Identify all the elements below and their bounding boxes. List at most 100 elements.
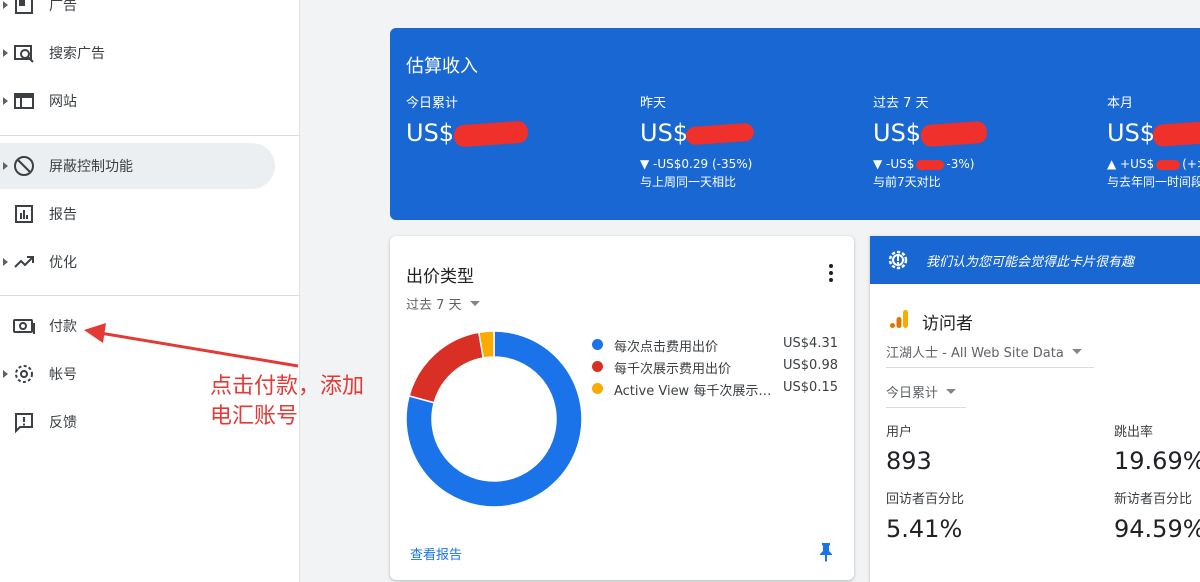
revenue-label: 本月: [1107, 96, 1134, 111]
legend-item[interactable]: 每次点击费用出价 US$4.31: [592, 334, 838, 356]
revenue-compare: 与前7天对比: [873, 175, 941, 189]
legend-label: 每千次展示费用出价: [614, 362, 732, 377]
expand-caret-icon[interactable]: [3, 49, 8, 57]
expand-caret-icon[interactable]: [3, 1, 8, 9]
revenue-last-7-days[interactable]: 过去 7 天 US$ ▼ -US$ -3%) 与前7天对比: [873, 92, 1103, 190]
metric-label: 回访者百分比: [886, 492, 965, 507]
estimated-revenue-card: 估算收入 今日累计 US$ 昨天 US$ ▼ -US$0.29 (-35%) 与…: [390, 28, 1200, 220]
sidebar-item-label: 屏蔽控制功能: [49, 159, 133, 175]
expand-caret-icon[interactable]: [3, 370, 8, 378]
sidebar-item-sites[interactable]: 网站: [0, 78, 275, 124]
metric-label: 新访者百分比: [1114, 492, 1193, 507]
revenue-compare: 与上周同一天相比: [640, 175, 737, 189]
bid-card-title: 出价类型: [406, 267, 474, 287]
change-suffix: -3%): [946, 157, 975, 171]
legend-label: 每次点击费用出价: [614, 340, 719, 355]
revenue-change: ▲ +US$ (+>5: [1107, 157, 1200, 171]
redaction-mark: [920, 120, 988, 148]
trending-up-icon: [14, 256, 34, 268]
metric-value: 5.41%: [886, 515, 963, 543]
redaction-mark: [453, 120, 529, 148]
sidebar-item-label: 网站: [49, 94, 77, 110]
google-analytics-logo-icon: [890, 310, 908, 328]
property-dropdown[interactable]: 江湖人士 - All Web Site Data: [886, 342, 1082, 361]
redaction-mark: [1152, 120, 1200, 148]
settings-suggest-icon: [888, 250, 908, 270]
date-range-value: 过去 7 天: [406, 298, 462, 313]
sidebar: 广告 搜索广告 网站 屏蔽控制功能 报告 优化 付款 帐号 反馈: [0, 0, 300, 582]
date-range-value: 今日累计: [886, 386, 939, 401]
sidebar-divider: [0, 295, 300, 296]
dropdown-underline: [886, 367, 1094, 368]
legend-swatch: [592, 361, 603, 372]
legend-item[interactable]: Active View 每千次展示… US$0.15: [592, 378, 838, 400]
sidebar-item-blocking-controls[interactable]: 屏蔽控制功能: [0, 143, 275, 189]
sidebar-item-label: 付款: [49, 319, 77, 335]
sidebar-item-label: 报告: [49, 207, 77, 223]
redaction-mark: [916, 159, 945, 170]
metric-label: 用户: [886, 425, 913, 440]
sidebar-item-optimization[interactable]: 优化: [0, 239, 275, 285]
annotation-text: 点击付款，添加 电汇账号: [210, 374, 365, 429]
metric-value: 94.59%: [1114, 515, 1200, 543]
visitors-card: 我们认为您可能会觉得此卡片很有趣 访问者 江湖人士 - All Web Site…: [870, 236, 1200, 582]
revenue-value: US$: [1107, 119, 1156, 147]
search-ads-icon: [14, 45, 34, 63]
suggestion-banner: 我们认为您可能会觉得此卡片很有趣: [870, 236, 1200, 284]
sidebar-item-label: 反馈: [49, 415, 77, 431]
legend-value: US$0.15: [783, 380, 838, 395]
redaction-mark: [1156, 159, 1181, 170]
metric-label: 跳出率: [1114, 425, 1154, 440]
view-report-link[interactable]: 查看报告: [410, 544, 462, 563]
revenue-label: 过去 7 天: [873, 96, 929, 111]
gear-icon: [15, 365, 33, 383]
legend-label: Active View 每千次展示…: [614, 384, 772, 399]
website-icon: [14, 93, 34, 109]
ga-date-range-dropdown[interactable]: 今日累计: [886, 382, 957, 401]
revenue-change: ▼ -US$0.29 (-35%): [640, 157, 753, 171]
change-prefix: ▼ -US$: [873, 157, 915, 171]
legend-swatch: [592, 339, 603, 350]
pin-icon[interactable]: [818, 542, 834, 562]
chevron-down-icon: [1071, 349, 1082, 354]
redaction-mark: [685, 122, 755, 146]
payment-icon: [13, 319, 35, 334]
date-range-dropdown[interactable]: 过去 7 天: [406, 294, 480, 313]
revenue-label: 昨天: [640, 96, 667, 111]
expand-caret-icon[interactable]: [3, 97, 8, 105]
sidebar-divider: [0, 135, 300, 136]
chart-legend: 每次点击费用出价 US$4.31 每千次展示费用出价 US$0.98 Activ…: [592, 334, 838, 400]
chevron-down-icon: [469, 301, 480, 306]
banner-text: 我们认为您可能会觉得此卡片很有趣: [926, 255, 1135, 270]
revenue-title: 估算收入: [406, 56, 478, 77]
revenue-compare: 与去年同一时间段: [1107, 175, 1200, 189]
sidebar-item-reports[interactable]: 报告: [0, 191, 275, 237]
sidebar-item-ads[interactable]: 广告: [0, 0, 275, 28]
sidebar-item-label: 优化: [49, 255, 77, 271]
revenue-this-month[interactable]: 本月 US$ ▲ +US$ (+>5 与去年同一时间段: [1107, 92, 1200, 190]
legend-item[interactable]: 每千次展示费用出价 US$0.98: [592, 356, 838, 378]
chevron-down-icon: [946, 389, 957, 394]
change-suffix: (+>5: [1182, 157, 1200, 171]
expand-caret-icon[interactable]: [3, 162, 8, 170]
metric-value: 19.69%: [1114, 447, 1200, 475]
expand-caret-icon[interactable]: [3, 258, 8, 266]
donut-slice-1[interactable]: [408, 331, 485, 404]
revenue-value: US$: [406, 119, 455, 147]
dropdown-underline: [886, 407, 966, 408]
bid-type-card: 出价类型 过去 7 天 每次点击费用出价 US$4.31 每千次展示费用出价 U…: [390, 236, 854, 580]
bid-type-donut-chart: [405, 330, 583, 508]
revenue-label: 今日累计: [406, 96, 459, 111]
sidebar-item-search-ads[interactable]: 搜索广告: [0, 30, 275, 76]
revenue-today[interactable]: 今日累计 US$: [406, 92, 636, 153]
more-options-icon[interactable]: [828, 264, 834, 284]
metric-value: 893: [886, 447, 932, 475]
legend-swatch: [592, 383, 603, 394]
sidebar-item-label: 帐号: [49, 367, 77, 383]
feedback-icon: [15, 413, 33, 434]
bar-chart-icon: [15, 205, 33, 223]
legend-value: US$4.31: [783, 336, 838, 351]
sidebar-item-payments[interactable]: 付款: [0, 303, 275, 349]
revenue-yesterday[interactable]: 昨天 US$ ▼ -US$0.29 (-35%) 与上周同一天相比: [640, 92, 870, 190]
property-value: 江湖人士 - All Web Site Data: [886, 346, 1064, 361]
